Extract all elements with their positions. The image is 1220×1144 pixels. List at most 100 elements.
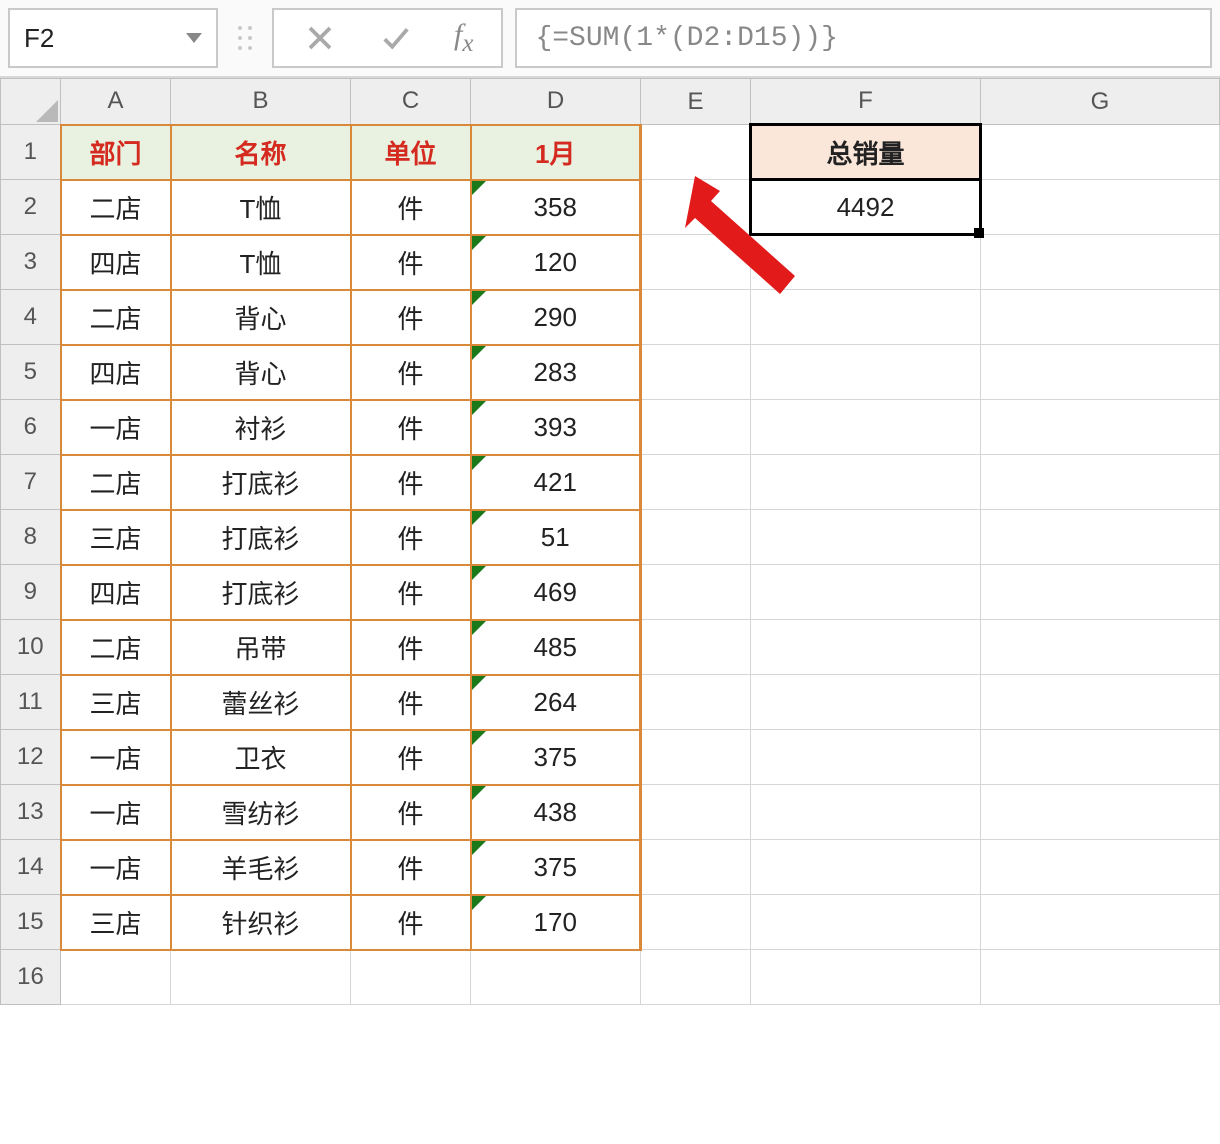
cell[interactable]: 衬衫 [171, 400, 351, 455]
cell[interactable] [981, 565, 1220, 620]
row-header[interactable]: 9 [1, 565, 61, 620]
col-header-E[interactable]: E [641, 79, 751, 125]
cell[interactable]: 吊带 [171, 620, 351, 675]
cell[interactable] [981, 235, 1220, 290]
cell[interactable] [641, 620, 751, 675]
cell[interactable] [751, 620, 981, 675]
cell[interactable]: 雪纺衫 [171, 785, 351, 840]
cell[interactable]: 件 [351, 675, 471, 730]
cell[interactable]: 背心 [171, 345, 351, 400]
cell[interactable]: 打底衫 [171, 455, 351, 510]
cell[interactable] [981, 675, 1220, 730]
cell[interactable]: 一店 [61, 400, 171, 455]
cell[interactable]: 件 [351, 510, 471, 565]
cell[interactable] [981, 180, 1220, 235]
cell[interactable] [981, 895, 1220, 950]
row-header[interactable]: 15 [1, 895, 61, 950]
enter-icon[interactable] [378, 20, 414, 56]
cell[interactable]: 290 [471, 290, 641, 345]
cell[interactable] [981, 290, 1220, 345]
row-header[interactable]: 4 [1, 290, 61, 345]
cell[interactable]: 375 [471, 840, 641, 895]
cell[interactable]: T恤 [171, 180, 351, 235]
cell[interactable]: 一店 [61, 840, 171, 895]
name-box[interactable]: F2 [8, 8, 218, 68]
cell[interactable]: 件 [351, 345, 471, 400]
row-header[interactable]: 11 [1, 675, 61, 730]
row-header[interactable]: 14 [1, 840, 61, 895]
cell[interactable]: T恤 [171, 235, 351, 290]
cell[interactable]: 四店 [61, 235, 171, 290]
cell-F2-selected[interactable]: 4492 [751, 180, 981, 235]
cell[interactable] [641, 895, 751, 950]
cell[interactable] [751, 345, 981, 400]
cell[interactable]: 背心 [171, 290, 351, 345]
cell[interactable]: 170 [471, 895, 641, 950]
cell[interactable]: 120 [471, 235, 641, 290]
formula-input[interactable]: {=SUM(1*(D2:D15))} [515, 8, 1212, 68]
cell[interactable] [61, 950, 171, 1005]
cell[interactable] [641, 345, 751, 400]
grid-table[interactable]: A B C D E F G 1 部门 名称 单位 1月 总销量 2 二店 T恤 … [0, 78, 1220, 1005]
cell[interactable]: 二店 [61, 290, 171, 345]
cell[interactable]: 二店 [61, 455, 171, 510]
col-header-F[interactable]: F [751, 79, 981, 125]
cell-A1[interactable]: 部门 [61, 125, 171, 180]
cell[interactable] [751, 290, 981, 345]
cell[interactable]: 438 [471, 785, 641, 840]
cell[interactable]: 358 [471, 180, 641, 235]
row-header[interactable]: 13 [1, 785, 61, 840]
cell[interactable] [641, 565, 751, 620]
cell[interactable] [641, 510, 751, 565]
cell[interactable] [751, 565, 981, 620]
cell[interactable] [641, 400, 751, 455]
cell[interactable]: 四店 [61, 345, 171, 400]
expand-grip-icon[interactable] [230, 8, 260, 68]
cell[interactable]: 打底衫 [171, 565, 351, 620]
row-header[interactable]: 6 [1, 400, 61, 455]
col-header-D[interactable]: D [471, 79, 641, 125]
cell[interactable] [751, 895, 981, 950]
row-header[interactable]: 8 [1, 510, 61, 565]
cell[interactable] [751, 840, 981, 895]
row-header[interactable]: 2 [1, 180, 61, 235]
cell[interactable] [351, 950, 471, 1005]
cell[interactable]: 件 [351, 620, 471, 675]
cell[interactable] [751, 510, 981, 565]
cell-E1[interactable] [641, 125, 751, 180]
cell[interactable]: 件 [351, 180, 471, 235]
row-header[interactable]: 3 [1, 235, 61, 290]
row-header[interactable]: 7 [1, 455, 61, 510]
cell[interactable]: 421 [471, 455, 641, 510]
cell[interactable] [641, 730, 751, 785]
cell-C1[interactable]: 单位 [351, 125, 471, 180]
col-header-C[interactable]: C [351, 79, 471, 125]
cell[interactable]: 件 [351, 400, 471, 455]
cell[interactable] [751, 400, 981, 455]
cancel-icon[interactable] [302, 20, 338, 56]
row-header[interactable]: 10 [1, 620, 61, 675]
row-header[interactable]: 12 [1, 730, 61, 785]
cell[interactable] [641, 235, 751, 290]
cell[interactable]: 469 [471, 565, 641, 620]
cell[interactable] [641, 785, 751, 840]
cell[interactable]: 打底衫 [171, 510, 351, 565]
cell[interactable]: 51 [471, 510, 641, 565]
cell[interactable] [641, 950, 751, 1005]
col-header-B[interactable]: B [171, 79, 351, 125]
cell[interactable] [641, 675, 751, 730]
cell[interactable] [641, 180, 751, 235]
cell[interactable]: 件 [351, 290, 471, 345]
cell[interactable]: 件 [351, 235, 471, 290]
cell[interactable]: 卫衣 [171, 730, 351, 785]
cell[interactable]: 三店 [61, 895, 171, 950]
cell[interactable]: 二店 [61, 620, 171, 675]
cell[interactable] [171, 950, 351, 1005]
cell[interactable] [641, 455, 751, 510]
cell[interactable]: 件 [351, 895, 471, 950]
cell-F1[interactable]: 总销量 [751, 125, 981, 180]
cell[interactable]: 283 [471, 345, 641, 400]
cell[interactable] [751, 950, 981, 1005]
cell[interactable]: 二店 [61, 180, 171, 235]
cell[interactable] [981, 345, 1220, 400]
